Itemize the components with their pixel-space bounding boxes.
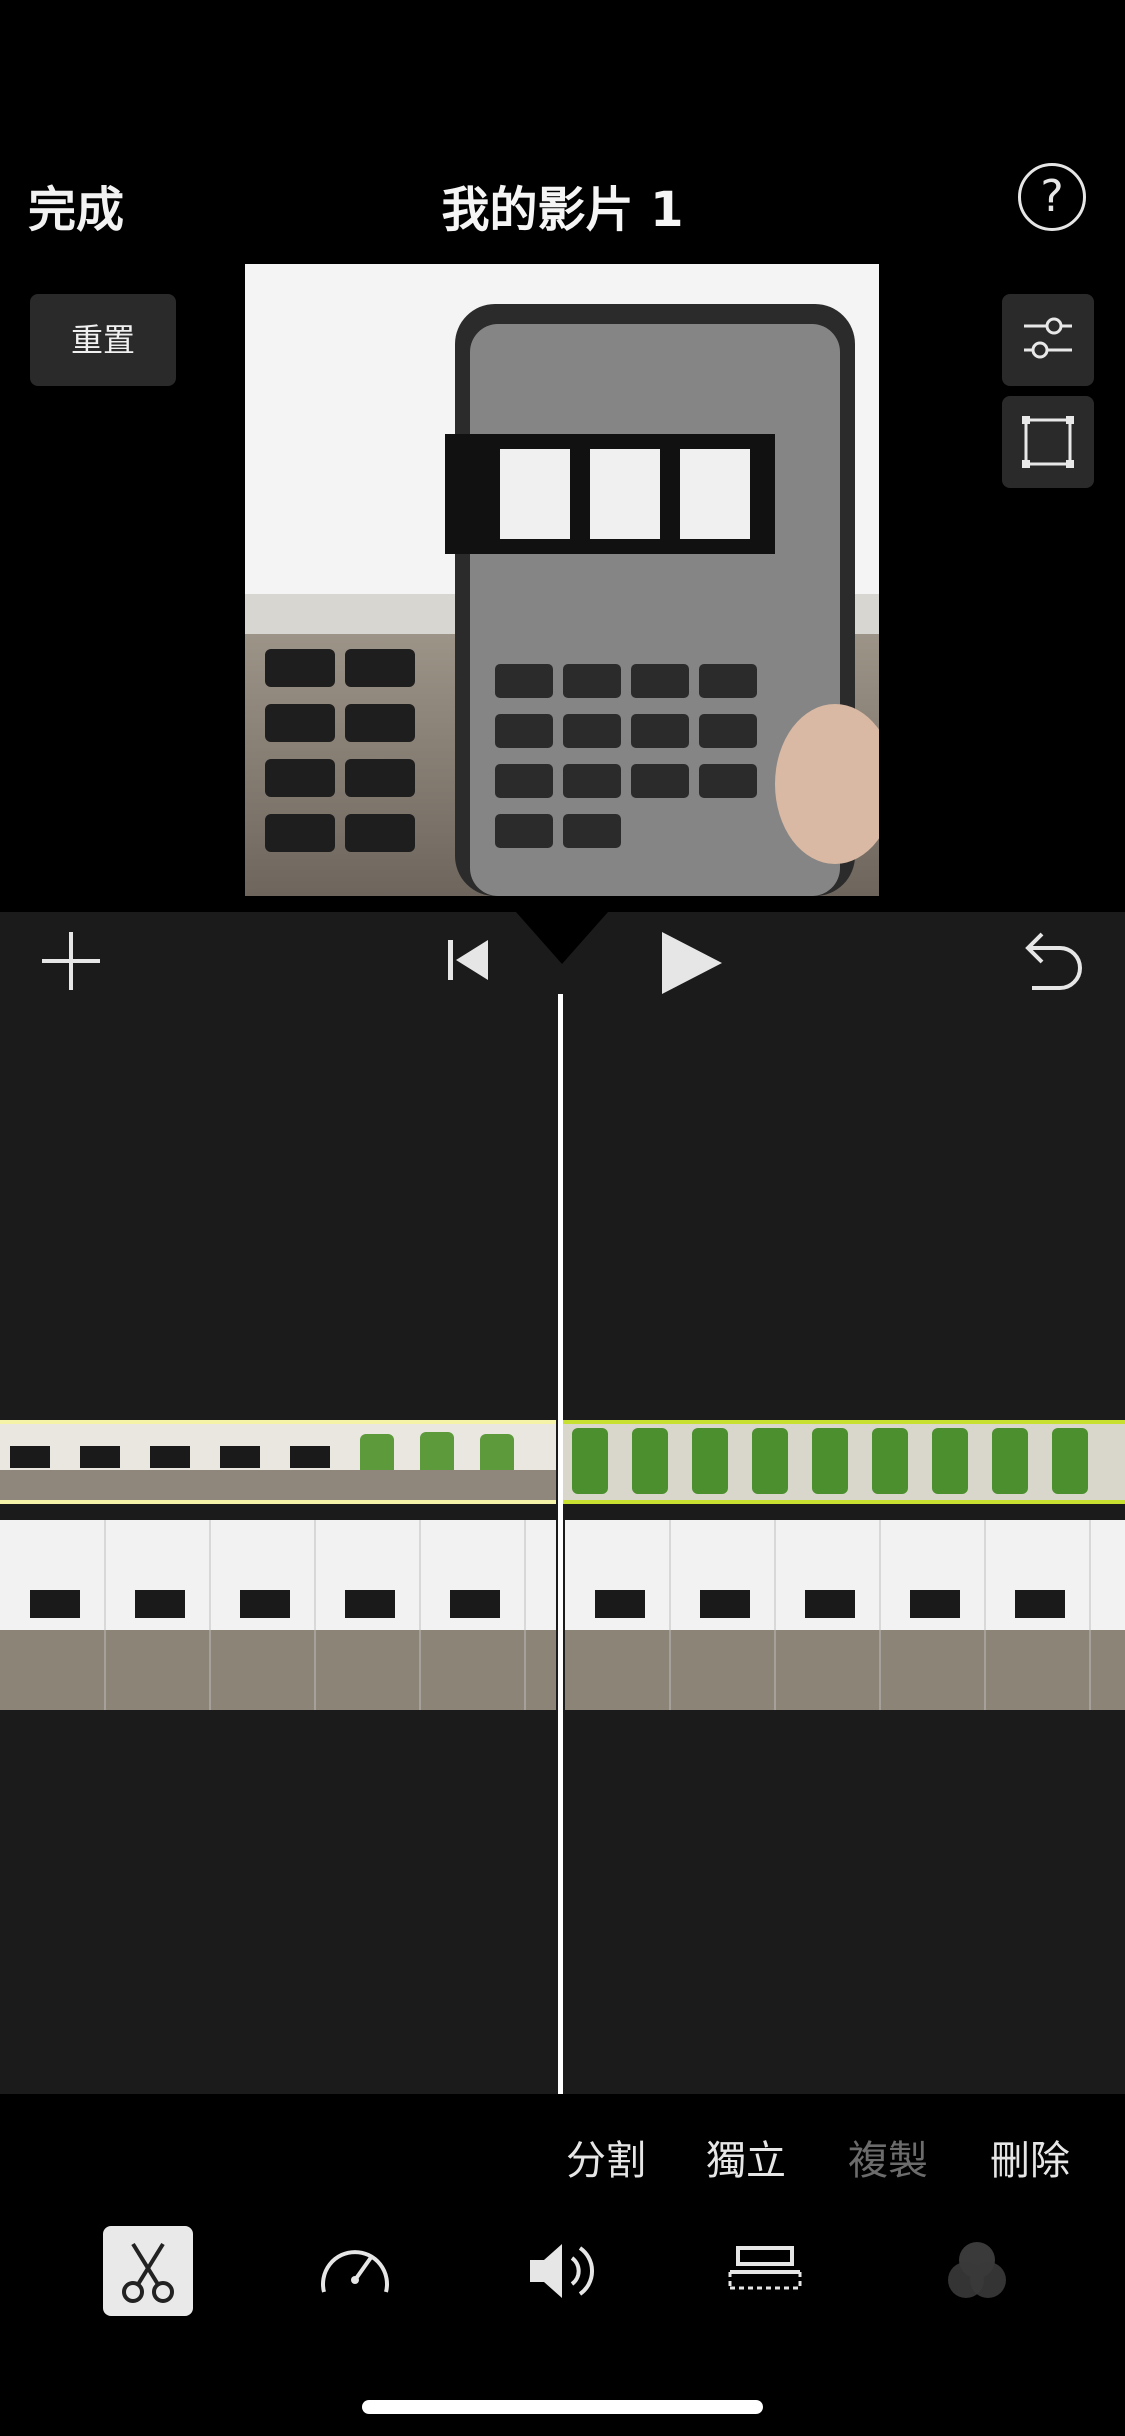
plus-icon <box>42 932 100 990</box>
tool-volume[interactable] <box>518 2226 608 2316</box>
skip-to-start-button[interactable] <box>446 936 490 984</box>
speedometer-icon <box>321 2250 389 2293</box>
tool-titles[interactable] <box>720 2226 810 2316</box>
filters-icon <box>948 2242 1006 2298</box>
playhead-marker <box>516 912 608 964</box>
detach-button[interactable]: 獨立 <box>706 2128 786 2186</box>
split-button[interactable]: 分割 <box>566 2128 646 2186</box>
playhead-line[interactable] <box>558 994 563 2094</box>
clip-thumbnails <box>562 1424 1125 1500</box>
scissors-icon <box>122 2242 174 2303</box>
delete-button[interactable]: 刪除 <box>990 2128 1070 2186</box>
crop-button[interactable] <box>1002 396 1094 488</box>
clip-thumbnails <box>565 1520 1125 1710</box>
reset-button[interactable]: 重置 <box>30 294 176 386</box>
play-button[interactable] <box>660 932 724 994</box>
main-clip-right[interactable] <box>565 1520 1125 1710</box>
tool-speed[interactable] <box>310 2226 400 2316</box>
project-title: 我的影片 1 <box>441 182 684 238</box>
main-clip-left[interactable] <box>0 1520 556 1710</box>
video-preview[interactable] <box>245 264 879 896</box>
help-button[interactable]: ? <box>1018 163 1086 231</box>
clip-thumbnails <box>0 1520 556 1710</box>
skip-back-icon <box>448 940 488 980</box>
add-media-button[interactable] <box>40 930 102 992</box>
crop-frame-icon <box>1022 416 1074 468</box>
duplicate-button[interactable]: 複製 <box>848 2128 928 2186</box>
clip-thumbnails <box>0 1424 556 1500</box>
undo-arrow-icon <box>1025 932 1082 990</box>
cutaway-clip-left[interactable] <box>0 1420 556 1504</box>
speaker-icon <box>530 2244 594 2298</box>
undo-button[interactable] <box>1016 926 1086 996</box>
tool-filters[interactable] <box>932 2226 1022 2316</box>
cutaway-clip-right[interactable] <box>562 1420 1125 1504</box>
adjust-button[interactable] <box>1002 294 1094 386</box>
tool-scissors[interactable] <box>103 2226 193 2316</box>
sliders-icon <box>1024 317 1072 359</box>
video-frame-image <box>245 264 879 896</box>
home-indicator <box>362 2400 763 2414</box>
titles-icon <box>728 2246 802 2290</box>
play-icon <box>662 932 722 994</box>
